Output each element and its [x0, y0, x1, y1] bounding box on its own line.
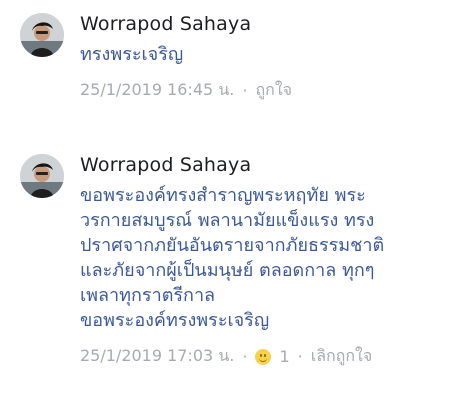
- timestamp[interactable]: 25/1/2019 16:45 น.: [80, 78, 234, 103]
- like-button[interactable]: ถูกใจ: [255, 78, 292, 103]
- smiley-reaction-icon[interactable]: [255, 348, 272, 365]
- comment-text: ขอพระองค์ทรงสำราญพระหฤทัย พระ วรกายสมบูร…: [80, 185, 385, 331]
- profile-photo-icon: [20, 154, 64, 198]
- timestamp[interactable]: 25/1/2019 17:03 น.: [80, 344, 234, 369]
- author-avatar[interactable]: [20, 13, 64, 57]
- author-avatar[interactable]: [20, 154, 64, 198]
- reaction-count[interactable]: 1: [279, 347, 289, 366]
- comment-meta: 25/1/2019 16:45 น. · ถูกใจ: [80, 78, 292, 103]
- separator: ·: [242, 347, 248, 366]
- author-name[interactable]: Worrapod Sahaya: [80, 13, 251, 35]
- separator: ·: [242, 81, 248, 100]
- comment-1: Worrapod Sahaya ทรงพระเจริญ 25/1/2019 16…: [0, 0, 474, 110]
- comment-meta: 25/1/2019 17:03 น. · 1 · เลิกถูกใจ: [80, 344, 372, 369]
- author-name[interactable]: Worrapod Sahaya: [80, 154, 251, 176]
- unlike-button[interactable]: เลิกถูกใจ: [311, 344, 373, 369]
- profile-photo-icon: [20, 13, 64, 57]
- separator: ·: [297, 347, 303, 366]
- smiley-mouth: [259, 358, 268, 362]
- comment-2: Worrapod Sahaya ขอพระองค์ทรงสำราญพระหฤทั…: [0, 140, 474, 413]
- comment-text: ทรงพระเจริญ: [80, 44, 184, 65]
